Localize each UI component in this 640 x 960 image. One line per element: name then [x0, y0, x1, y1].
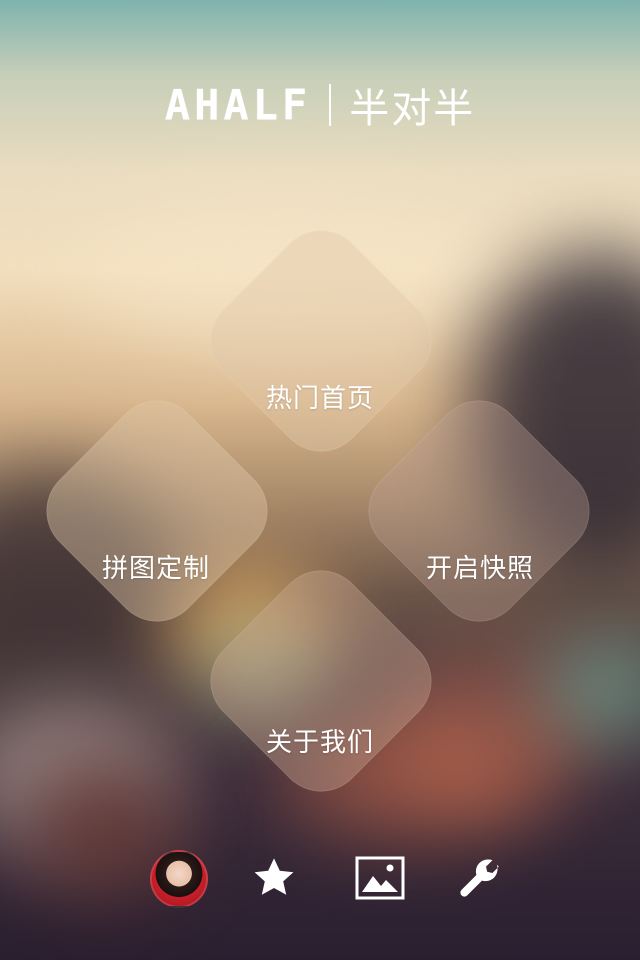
wrench-icon [460, 859, 499, 897]
gallery-button[interactable] [352, 850, 408, 906]
bottom-tab-bar [0, 850, 640, 910]
menu-label-about[interactable]: 关于我们 [210, 722, 430, 759]
logo-divider [329, 84, 332, 126]
image-icon [355, 856, 405, 900]
app-logo: AHALF 半对半 [0, 76, 640, 134]
logo-chinese: 半对半 [349, 86, 476, 132]
star-icon [254, 858, 294, 895]
app-screen: AHALF 半对半 热门首页 拼图定制 开启快照 关于我们 [0, 0, 640, 960]
favorites-button[interactable] [246, 850, 302, 906]
avatar[interactable] [150, 850, 208, 908]
settings-button[interactable] [452, 850, 508, 906]
logo-english: AHALF [164, 80, 312, 130]
menu-label-home[interactable]: 热门首页 [210, 378, 430, 415]
menu-label-snapshot[interactable]: 开启快照 [370, 548, 590, 585]
menu-label-puzzle[interactable]: 拼图定制 [46, 548, 266, 585]
